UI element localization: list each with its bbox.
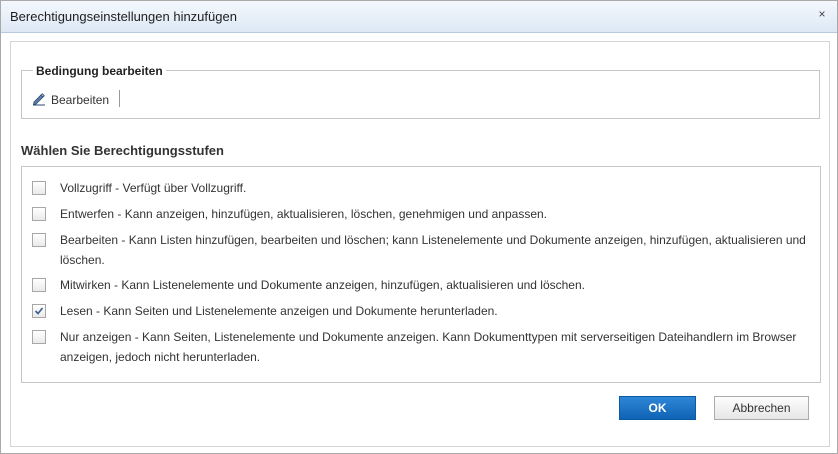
permission-level-label: Entwerfen - Kann anzeigen, hinzufügen, a… (60, 207, 548, 221)
toolbar-separator (119, 90, 120, 107)
pencil-icon (32, 92, 51, 109)
close-icon[interactable]: × (815, 7, 829, 21)
permission-levels-list: Vollzugriff - Verfügt über Vollzugriff. … (21, 166, 821, 383)
checkbox-contribute[interactable] (32, 278, 46, 292)
checkbox-full-control[interactable] (32, 181, 46, 195)
permission-levels-heading: Wählen Sie Berechtigungsstufen (21, 143, 224, 158)
dialog-titlebar: Berechtigungseinstellungen hinzufügen × (1, 1, 837, 33)
permission-level-label: Lesen - Kann Seiten und Listenelemente a… (60, 304, 498, 318)
ok-button[interactable]: OK (619, 396, 696, 420)
add-permission-settings-dialog: Berechtigungseinstellungen hinzufügen × … (0, 0, 838, 454)
dialog-title: Berechtigungseinstellungen hinzufügen (10, 9, 237, 24)
cancel-button[interactable]: Abbrechen (714, 396, 809, 420)
permission-level-label: Bearbeiten - Kann Listen hinzufügen, bea… (60, 233, 806, 267)
checkbox-edit[interactable] (32, 233, 46, 247)
permission-level-label: Mitwirken - Kann Listenelemente und Doku… (60, 278, 585, 292)
edit-condition-label: Bearbeiten (51, 93, 110, 107)
permission-level-label: Nur anzeigen - Kann Seiten, Listenelemen… (60, 330, 797, 364)
edit-condition-group: Bedingung bearbeiten Bearbeiten (21, 64, 820, 119)
edit-condition-legend: Bedingung bearbeiten (33, 64, 166, 78)
checkbox-design[interactable] (32, 207, 46, 221)
dialog-content: Bedingung bearbeiten Bearbeiten Wählen S… (10, 41, 830, 447)
permission-level-label: Vollzugriff - Verfügt über Vollzugriff. (60, 181, 247, 195)
edit-condition-button[interactable]: Bearbeiten (32, 91, 109, 109)
checkbox-view-only[interactable] (32, 330, 46, 344)
checkmark-icon (34, 307, 44, 315)
checkbox-read[interactable] (32, 304, 46, 318)
